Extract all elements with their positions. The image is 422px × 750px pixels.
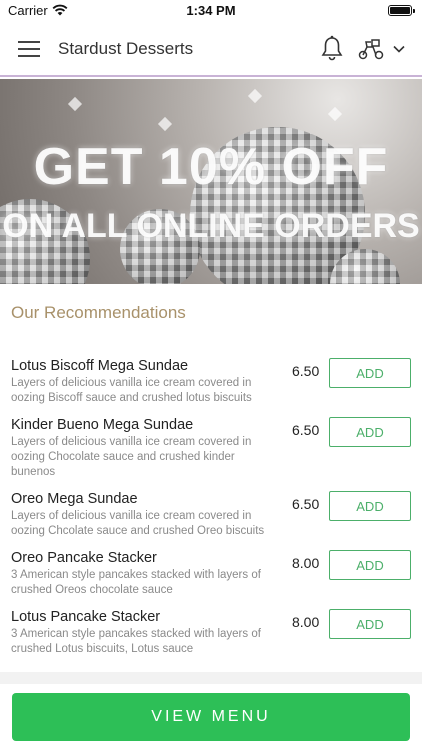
- promo-banner[interactable]: GET 10% OFF ON ALL ONLINE ORDERS: [0, 79, 422, 284]
- divider: [0, 672, 422, 684]
- sparkle: [67, 96, 83, 112]
- scooter-icon[interactable]: [358, 37, 384, 61]
- item-name: Oreo Pancake Stacker: [11, 550, 157, 566]
- item-price: 6.50: [292, 496, 320, 512]
- status-bar: Carrier 1:34 PM: [0, 0, 422, 22]
- view-menu-button[interactable]: VIEW MENU: [12, 693, 410, 741]
- item-description: 3 American style pancakes stacked with l…: [11, 628, 261, 655]
- add-button[interactable]: ADD: [329, 609, 411, 639]
- item-name: Kinder Bueno Mega Sundae: [11, 417, 194, 433]
- sparkle: [327, 106, 343, 122]
- battery-icon: [388, 5, 415, 16]
- add-button[interactable]: ADD: [329, 358, 411, 388]
- item-name: Lotus Pancake Stacker: [11, 609, 161, 625]
- sparkle: [157, 116, 173, 132]
- item-description: 3 American style pancakes stacked with l…: [11, 569, 261, 596]
- item-name: Oreo Mega Sundae: [11, 491, 138, 507]
- item-price: 8.00: [292, 555, 320, 571]
- item-description: Layers of delicious vanilla ice cream co…: [11, 510, 265, 537]
- sparkle: [247, 88, 263, 104]
- app-header: Stardust Desserts: [0, 22, 422, 77]
- item-name: Lotus Biscoff Mega Sundae: [11, 358, 189, 374]
- add-button[interactable]: ADD: [329, 550, 411, 580]
- banner-headline: GET 10% OFF: [33, 138, 389, 196]
- banner-subheadline: ON ALL ONLINE ORDERS: [2, 207, 420, 245]
- app-title: Stardust Desserts: [58, 39, 194, 58]
- item-description: Layers of delicious vanilla ice cream co…: [11, 436, 252, 478]
- bell-icon[interactable]: [320, 35, 344, 63]
- add-button[interactable]: ADD: [329, 491, 411, 521]
- add-button[interactable]: ADD: [329, 417, 411, 447]
- menu-icon[interactable]: [18, 41, 40, 57]
- item-price: 6.50: [292, 422, 320, 438]
- chevron-down-icon[interactable]: [393, 44, 405, 54]
- item-price: 8.00: [292, 614, 320, 630]
- section-title: Our Recommendations: [11, 303, 186, 322]
- item-price: 6.50: [292, 363, 320, 379]
- item-description: Layers of delicious vanilla ice cream co…: [11, 377, 252, 404]
- status-time: 1:34 PM: [186, 3, 236, 18]
